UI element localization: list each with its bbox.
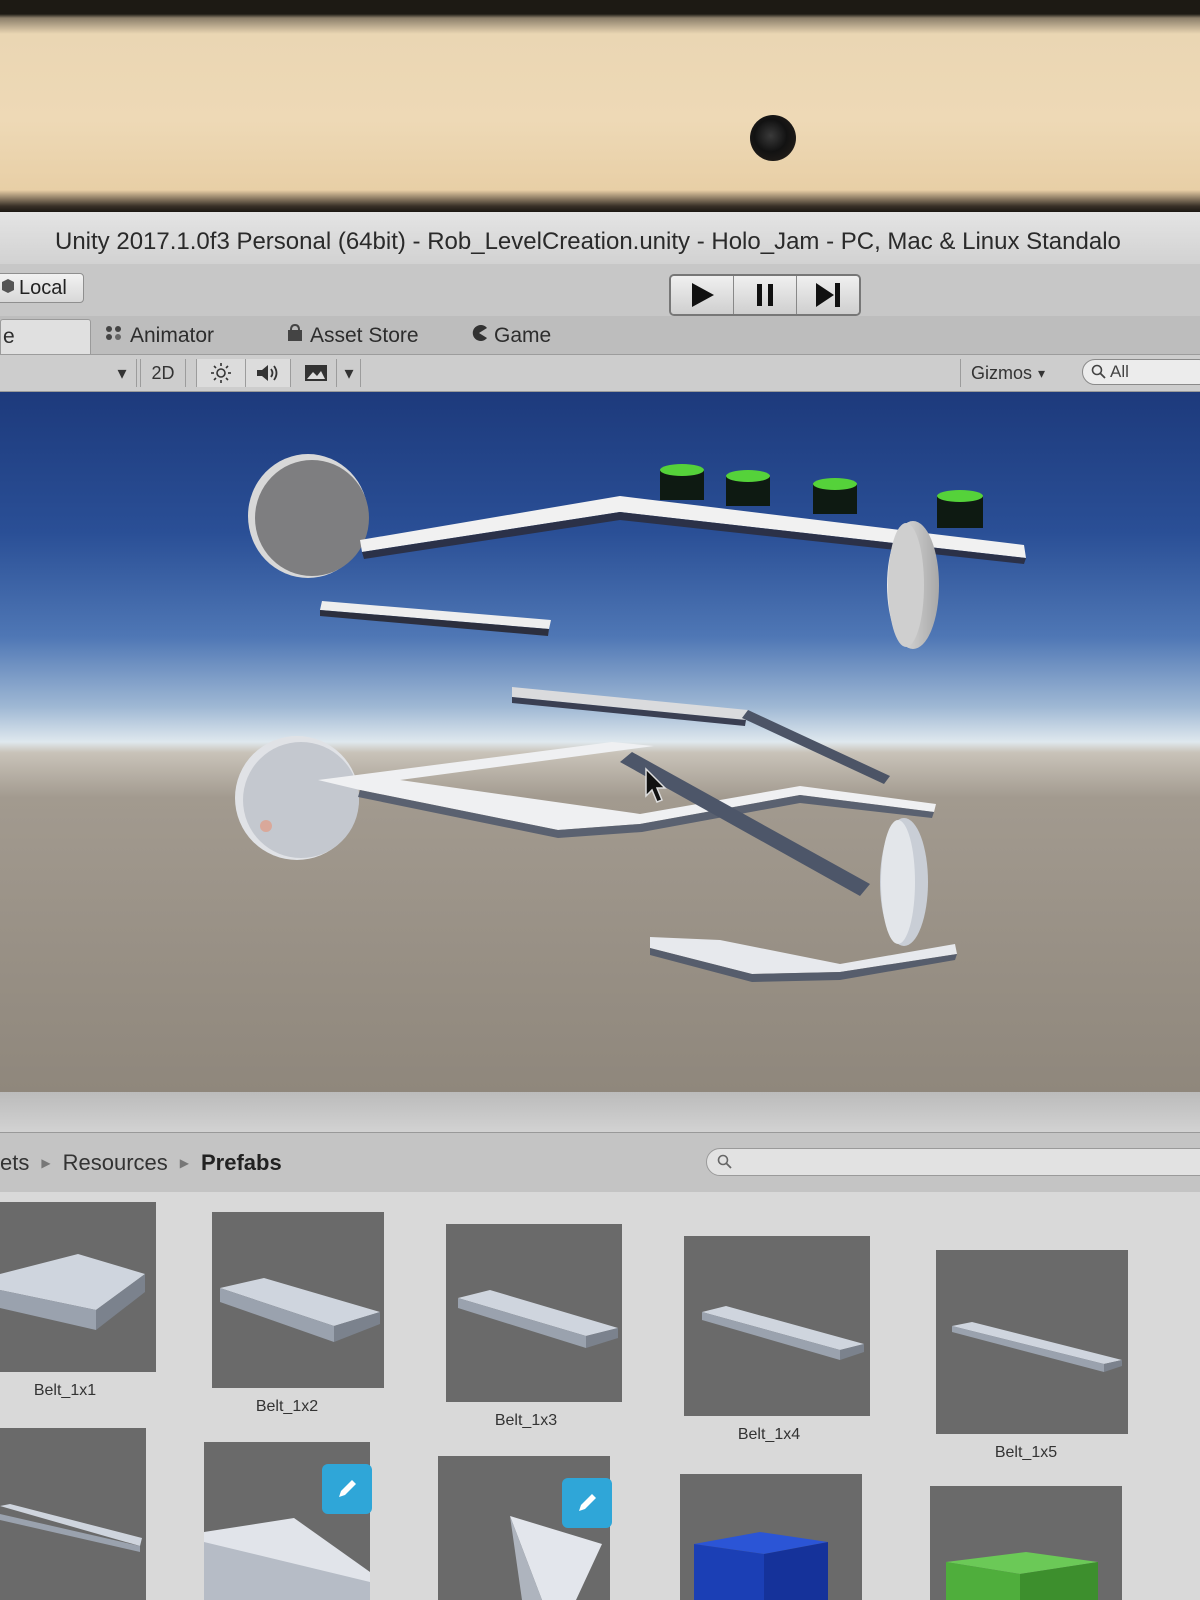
project-panel: ets ▶ Resources ▶ Prefabs Belt_1x1 Belt_… bbox=[0, 1092, 1200, 1600]
pause-button[interactable] bbox=[734, 276, 797, 314]
breadcrumb-item[interactable]: Resources bbox=[63, 1150, 168, 1176]
short-belt[interactable] bbox=[320, 601, 551, 636]
asset-thumbnail bbox=[680, 1474, 862, 1600]
toggle-2d-label: 2D bbox=[151, 362, 175, 383]
project-search-input[interactable] bbox=[706, 1148, 1200, 1176]
breadcrumb-current[interactable]: Prefabs bbox=[201, 1150, 282, 1176]
window-title: Unity 2017.1.0f3 Personal (64bit) - Rob_… bbox=[55, 228, 1121, 255]
effects-dropdown[interactable]: ▾ bbox=[338, 359, 361, 387]
middle-belt[interactable] bbox=[512, 687, 890, 784]
laptop-bezel bbox=[0, 0, 1200, 212]
pivot-local-button[interactable]: Local bbox=[0, 273, 84, 303]
green-target[interactable] bbox=[660, 464, 704, 500]
playback-controls bbox=[669, 274, 861, 316]
chevron-down-icon: ▾ bbox=[1038, 364, 1046, 381]
asset-grid: Belt_1x1 Belt_1x2 Belt_1x3 Belt_1x4 Belt… bbox=[0, 1192, 1200, 1600]
panel-splitter[interactable] bbox=[0, 1092, 1200, 1133]
asset-thumbnail bbox=[0, 1428, 146, 1600]
pencil-icon[interactable] bbox=[322, 1464, 372, 1514]
asset-item[interactable]: Belt_1x2 bbox=[212, 1212, 388, 1415]
tab-asset-store[interactable]: Asset Store bbox=[286, 319, 419, 353]
sun-icon bbox=[211, 363, 231, 383]
local-label: Local bbox=[19, 276, 67, 299]
step-icon bbox=[816, 283, 840, 307]
tab-scene-label: e bbox=[3, 325, 15, 348]
tab-game[interactable]: Game bbox=[470, 319, 551, 353]
asset-item[interactable]: Belt_1x1 bbox=[0, 1202, 160, 1402]
asset-thumbnail bbox=[930, 1486, 1122, 1600]
chevron-down-icon: ▾ bbox=[117, 362, 127, 383]
asset-label: Belt_1x2 bbox=[255, 1398, 319, 1415]
pacman-icon bbox=[470, 324, 488, 348]
asset-label: Belt_1x4 bbox=[737, 1426, 801, 1443]
asset-item[interactable] bbox=[438, 1456, 614, 1600]
asset-item[interactable] bbox=[930, 1486, 1126, 1600]
asset-thumbnail bbox=[936, 1250, 1128, 1434]
asset-item[interactable]: Belt_1x3 bbox=[446, 1224, 626, 1429]
gizmos-label: Gizmos bbox=[971, 362, 1033, 383]
asset-thumbnail bbox=[0, 1202, 156, 1372]
search-placeholder: All bbox=[1110, 362, 1129, 381]
local-icon bbox=[1, 277, 15, 300]
scene-viewport[interactable] bbox=[0, 392, 1200, 1092]
bag-icon bbox=[286, 323, 304, 348]
asset-label: Belt_1x1 bbox=[33, 1382, 97, 1399]
tab-animator[interactable]: Animator bbox=[104, 319, 214, 353]
asset-item[interactable] bbox=[0, 1428, 150, 1600]
scene-toolbar: ▾ 2D ▾ Gizmos ▾ All bbox=[0, 355, 1200, 392]
asset-thumbnail bbox=[212, 1212, 384, 1388]
search-icon bbox=[1091, 364, 1106, 379]
asset-label: Belt_1x3 bbox=[494, 1412, 558, 1429]
lower-left-disc[interactable] bbox=[235, 736, 359, 860]
window-titlebar: Unity 2017.1.0f3 Personal (64bit) - Rob_… bbox=[0, 212, 1200, 265]
step-button[interactable] bbox=[797, 276, 859, 314]
lower-right-disc[interactable] bbox=[880, 818, 928, 946]
lower-belt-path[interactable] bbox=[318, 742, 936, 896]
asset-item[interactable] bbox=[204, 1442, 374, 1600]
hierarchy-search-input[interactable]: All bbox=[1082, 359, 1200, 385]
play-icon bbox=[692, 283, 714, 307]
asset-thumbnail bbox=[446, 1224, 622, 1402]
tab-game-label: Game bbox=[494, 324, 552, 347]
upper-right-disc[interactable] bbox=[887, 521, 939, 649]
breadcrumb-item[interactable]: ets bbox=[0, 1150, 29, 1176]
pause-icon bbox=[757, 284, 773, 306]
green-target[interactable] bbox=[937, 490, 983, 528]
shading-dropdown[interactable]: ▾ bbox=[108, 359, 137, 387]
toggle-2d-button[interactable]: 2D bbox=[140, 359, 186, 387]
image-icon bbox=[305, 365, 327, 381]
search-icon bbox=[717, 1154, 732, 1169]
tab-scene[interactable]: e bbox=[0, 319, 91, 354]
asset-item[interactable]: Belt_1x5 bbox=[936, 1250, 1132, 1461]
upper-left-disc[interactable] bbox=[248, 454, 369, 578]
bottom-belt[interactable] bbox=[650, 937, 957, 982]
animator-icon bbox=[104, 324, 124, 348]
speaker-icon bbox=[257, 365, 278, 381]
effects-toggle[interactable] bbox=[296, 359, 337, 387]
webcam bbox=[750, 115, 796, 161]
chevron-right-icon: ▶ bbox=[179, 1156, 189, 1170]
green-target[interactable] bbox=[726, 470, 770, 506]
editor-tabs: e Animator Asset Store Game bbox=[0, 316, 1200, 355]
tab-asset-store-label: Asset Store bbox=[310, 324, 419, 347]
asset-item[interactable]: Belt_1x4 bbox=[684, 1236, 874, 1443]
gizmos-dropdown[interactable]: Gizmos ▾ bbox=[960, 359, 1045, 387]
breadcrumb: ets ▶ Resources ▶ Prefabs bbox=[0, 1150, 282, 1176]
asset-label: Belt_1x5 bbox=[994, 1444, 1058, 1461]
asset-item[interactable] bbox=[680, 1474, 866, 1600]
play-button[interactable] bbox=[671, 276, 734, 314]
pencil-icon[interactable] bbox=[562, 1478, 612, 1528]
main-toolbar: Local bbox=[0, 264, 1200, 316]
lighting-toggle[interactable] bbox=[196, 359, 246, 387]
green-target[interactable] bbox=[813, 478, 857, 514]
chevron-right-icon: ▶ bbox=[41, 1156, 51, 1170]
asset-thumbnail bbox=[684, 1236, 870, 1416]
audio-toggle[interactable] bbox=[246, 359, 291, 387]
tab-animator-label: Animator bbox=[130, 324, 215, 347]
chevron-down-icon: ▾ bbox=[344, 362, 354, 383]
